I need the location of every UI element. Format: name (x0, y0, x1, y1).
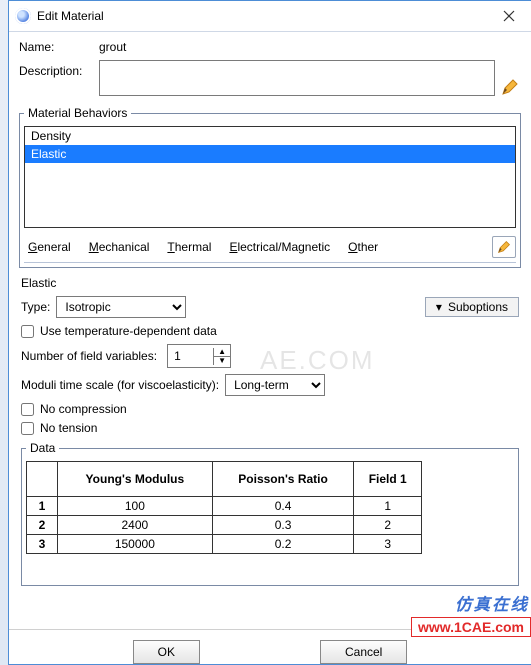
menu-mechanical[interactable]: Mechanical (89, 240, 150, 254)
no-compression-label: No compression (40, 402, 127, 416)
name-label: Name: (19, 40, 99, 54)
edit-behaviors-button[interactable] (492, 236, 516, 258)
no-compression-checkbox[interactable] (21, 403, 34, 416)
data-table[interactable]: Young's Modulus Poisson's Ratio Field 1 … (26, 461, 422, 554)
col-youngs: Young's Modulus (58, 462, 213, 497)
table-row[interactable]: 1 100 0.4 1 (27, 497, 422, 516)
col-poissons: Poisson's Ratio (212, 462, 354, 497)
suboptions-button[interactable]: ▾ Suboptions (425, 297, 519, 317)
no-tension-label: No tension (40, 421, 97, 435)
field-vars-label: Number of field variables: (21, 349, 157, 363)
watermark-red: www.1CAE.com (411, 617, 531, 637)
menu-other[interactable]: Other (348, 240, 378, 254)
close-button[interactable] (487, 2, 531, 30)
type-label: Type: (21, 300, 50, 314)
ok-button[interactable]: OK (133, 640, 200, 664)
moduli-time-select[interactable]: Long-term (225, 374, 325, 396)
description-label: Description: (19, 60, 99, 96)
spinner-down-button[interactable]: ▼ (214, 357, 230, 365)
menu-electrical[interactable]: Electrical/Magnetic (229, 240, 330, 254)
cancel-button[interactable]: Cancel (320, 640, 407, 664)
table-row[interactable]: 3 150000 0.2 3 (27, 535, 422, 554)
behaviors-legend: Material Behaviors (24, 106, 131, 120)
close-icon (503, 10, 515, 22)
menu-thermal[interactable]: Thermal (167, 240, 211, 254)
window-title: Edit Material (37, 9, 487, 23)
triangle-down-icon: ▾ (436, 300, 442, 314)
type-select[interactable]: Isotropic (56, 296, 186, 318)
description-input[interactable] (99, 60, 495, 96)
behavior-item-elastic[interactable]: Elastic (25, 145, 515, 163)
col-field1: Field 1 (354, 462, 422, 497)
temp-dependent-checkbox[interactable] (21, 325, 34, 338)
row-header-blank (27, 462, 58, 497)
app-icon (15, 8, 31, 24)
elastic-section-title: Elastic (21, 276, 519, 290)
table-row[interactable]: 2 2400 0.3 2 (27, 516, 422, 535)
no-tension-checkbox[interactable] (21, 422, 34, 435)
behaviors-list[interactable]: Density Elastic (24, 126, 516, 228)
temp-dependent-label: Use temperature-dependent data (40, 324, 217, 338)
data-legend: Data (26, 441, 59, 455)
field-vars-spinner[interactable]: 1 ▲ ▼ (167, 344, 231, 368)
watermark-blue: 仿真在线 (455, 591, 529, 615)
behavior-item-density[interactable]: Density (25, 127, 515, 145)
menu-general[interactable]: General (28, 240, 71, 254)
field-vars-value: 1 (174, 349, 213, 363)
edit-description-button[interactable] (495, 60, 521, 96)
name-value: grout (99, 40, 126, 54)
moduli-time-label: Moduli time scale (for viscoelasticity): (21, 378, 219, 392)
pencil-icon (501, 78, 519, 96)
pencil-icon (497, 240, 511, 254)
